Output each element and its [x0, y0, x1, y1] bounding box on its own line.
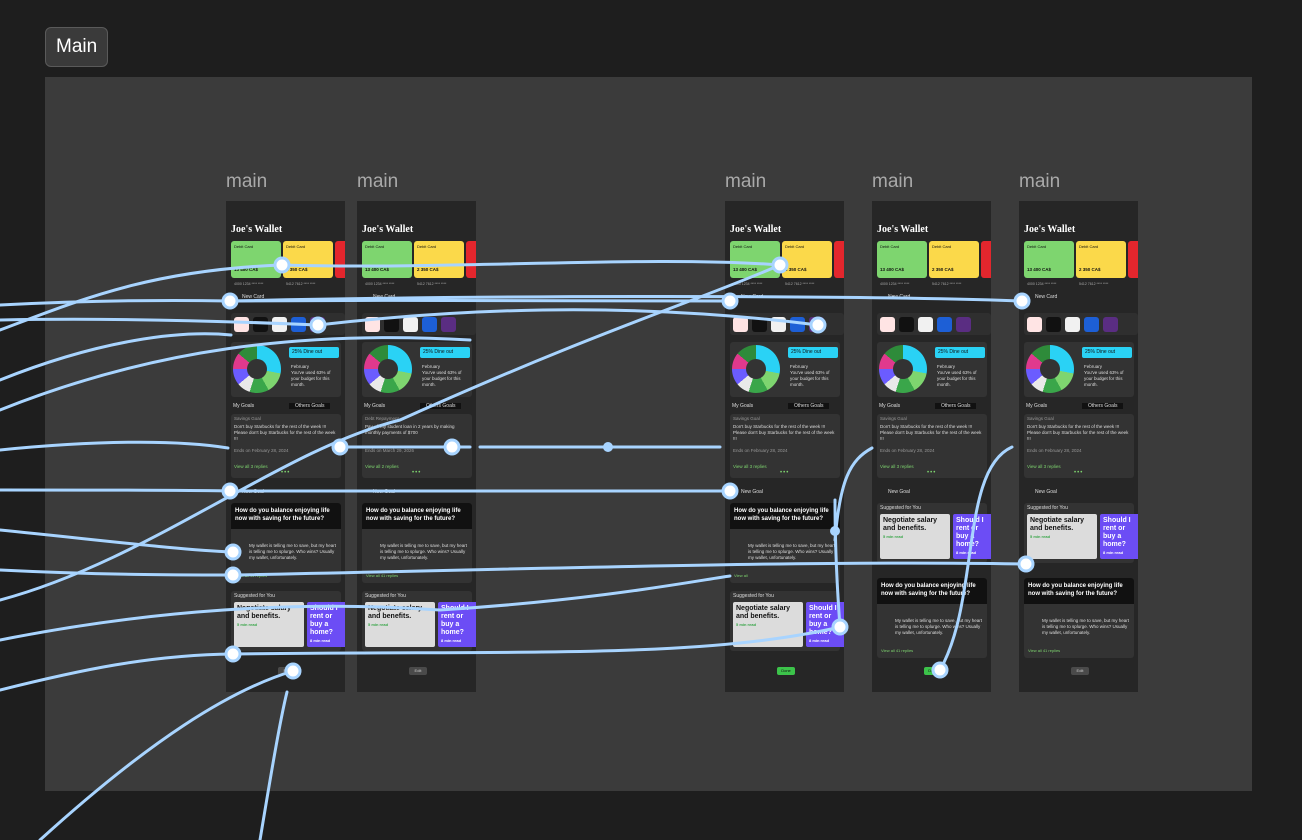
prototype-links [0, 256, 1035, 840]
link-path [0, 317, 320, 327]
link-node [273, 256, 291, 274]
link-node [331, 438, 349, 456]
link-node [721, 292, 739, 310]
link-path [316, 308, 820, 327]
link-path [0, 568, 235, 577]
link-node [309, 316, 327, 334]
link-node [224, 566, 242, 584]
link-node [809, 316, 827, 334]
link-path [0, 440, 230, 452]
link-path [938, 445, 1014, 672]
link-path [0, 298, 232, 307]
link-path [0, 574, 732, 642]
link-node-small [603, 442, 613, 452]
link-path [38, 669, 295, 840]
link-path [833, 446, 874, 542]
link-path [258, 690, 289, 840]
link-node [224, 543, 242, 561]
link-node [931, 661, 949, 679]
link-path [0, 263, 782, 602]
link-node [221, 292, 239, 310]
link-node [1013, 292, 1031, 310]
link-path [0, 336, 472, 412]
link-path [231, 561, 1028, 577]
link-path [280, 259, 782, 268]
link-path [231, 625, 842, 656]
link-node [224, 645, 242, 663]
link-node [221, 482, 239, 500]
link-node-small [830, 526, 840, 536]
link-node [284, 662, 302, 680]
link-path [0, 652, 235, 692]
link-path [0, 488, 232, 493]
link-node [1017, 555, 1035, 573]
link-node [443, 438, 461, 456]
link-node [771, 256, 789, 274]
link-node [721, 482, 739, 500]
link-node [831, 618, 849, 636]
link-path [0, 528, 235, 554]
